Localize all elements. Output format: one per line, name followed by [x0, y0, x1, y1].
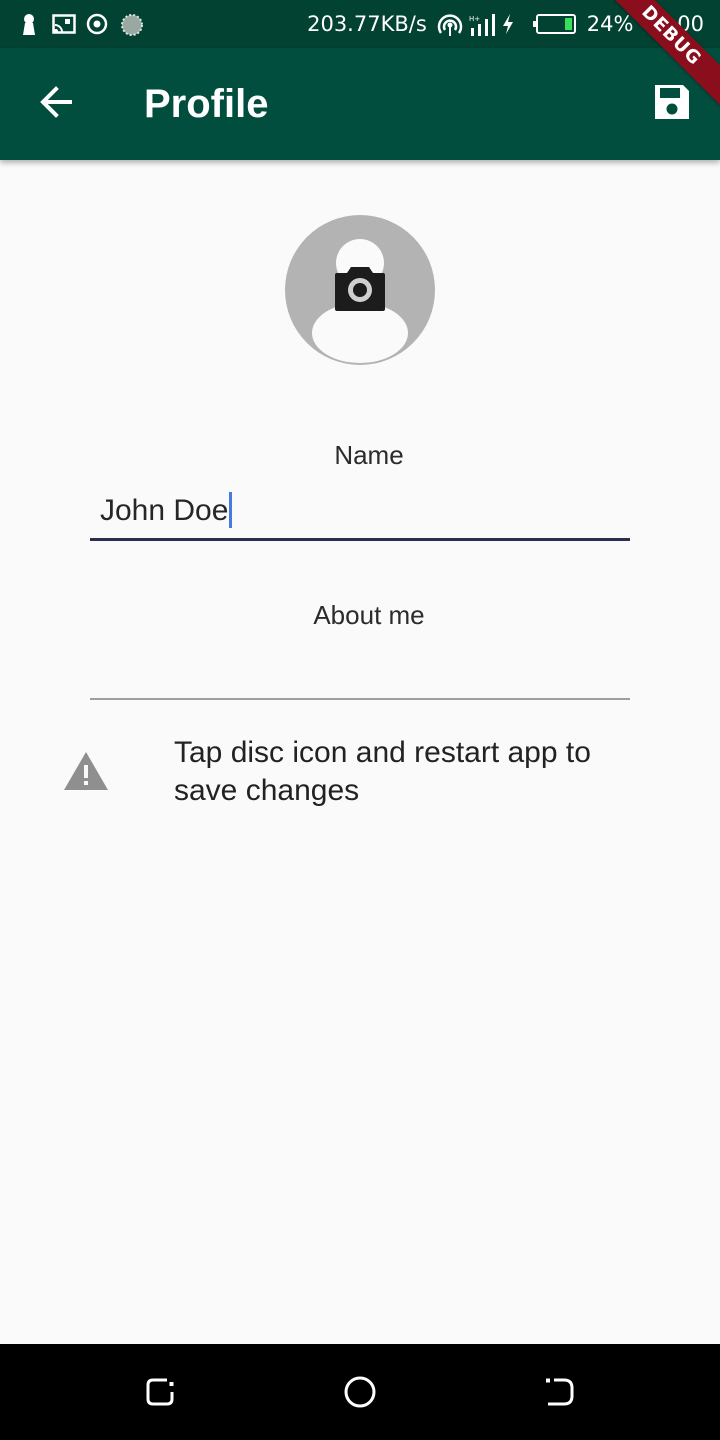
arrow-back-icon — [36, 82, 76, 127]
status-bar: 203.77KB/s H+ 24% 00:00 — [0, 0, 720, 48]
screencast-icon — [52, 13, 76, 35]
text-cursor — [229, 492, 233, 529]
floppy-disk-icon — [652, 82, 692, 127]
home-icon[interactable] — [340, 1372, 380, 1412]
camera-icon[interactable] — [334, 264, 386, 312]
page-title: Profile — [144, 82, 269, 126]
network-speed: 203.77KB/s — [307, 12, 427, 36]
keyhole-icon — [18, 13, 40, 35]
name-field-underline — [90, 538, 630, 541]
about-label: About me — [313, 600, 425, 630]
recents-icon[interactable] — [140, 1372, 180, 1412]
signal-icon: H+ — [469, 13, 495, 36]
charging-icon — [501, 13, 523, 35]
save-notice: Tap disc icon and restart app to save ch… — [174, 736, 591, 807]
name-label: Name — [334, 440, 404, 470]
warning-icon — [63, 750, 109, 792]
back-icon[interactable] — [540, 1372, 580, 1412]
loader-icon — [120, 13, 143, 36]
battery-percent: 24% — [586, 12, 634, 36]
back-button[interactable] — [32, 80, 80, 128]
hotspot-icon — [437, 13, 462, 36]
target-icon — [86, 13, 108, 35]
name-value: John Doe — [100, 494, 229, 527]
app-bar: Profile — [0, 48, 720, 160]
save-button[interactable] — [648, 80, 696, 128]
about-field[interactable] — [90, 642, 630, 698]
status-left-icons — [18, 13, 143, 36]
system-nav-bar — [0, 1344, 720, 1440]
name-field[interactable]: John Doe — [90, 483, 630, 539]
about-field-underline — [90, 698, 630, 700]
battery-icon — [532, 13, 577, 35]
svg-text:H+: H+ — [469, 15, 480, 23]
